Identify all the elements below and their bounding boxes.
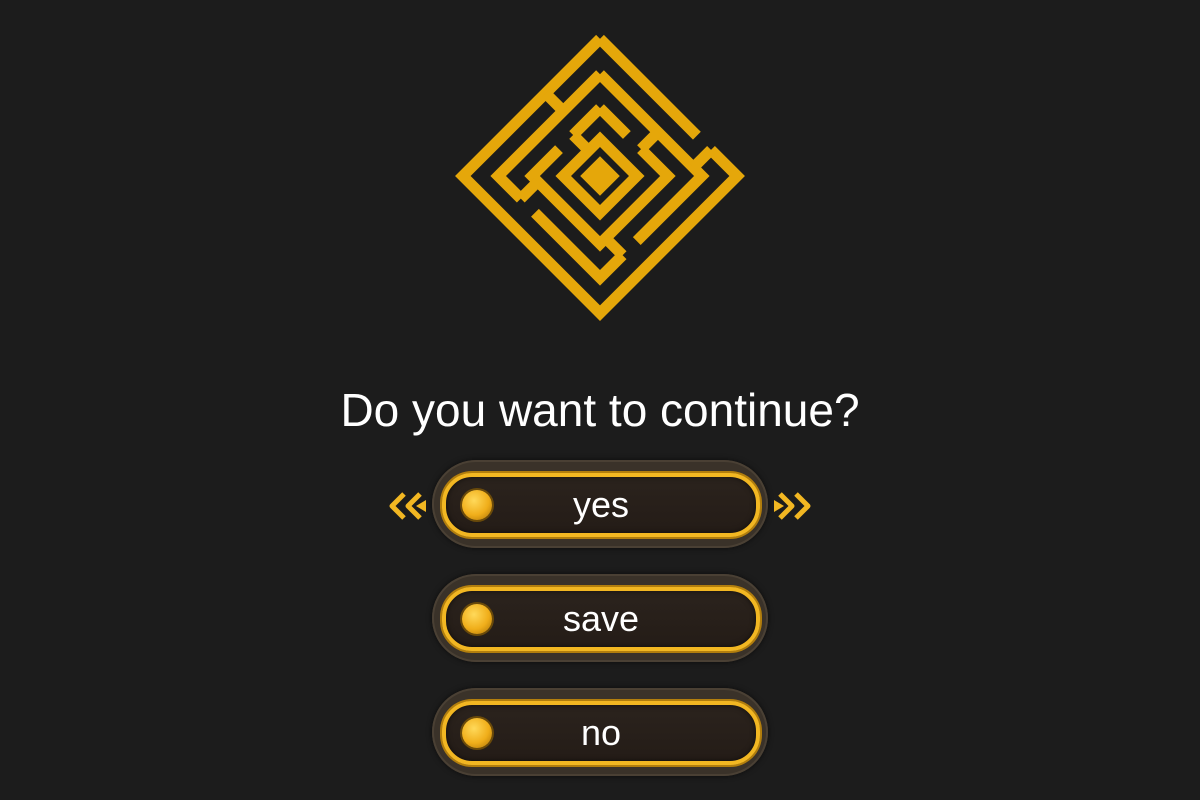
no-button[interactable]: no: [432, 688, 768, 776]
yes-button-frame: yes: [442, 473, 760, 537]
save-button-label: save: [562, 598, 640, 639]
yes-button-label: yes: [572, 484, 630, 525]
no-button-label: no: [580, 712, 622, 753]
dialog-question: Do you want to continue?: [340, 384, 860, 436]
double-chevron-left-icon: [389, 492, 426, 520]
continue-dialog-screen: Do you want to continue? yes save no: [0, 0, 1200, 800]
no-button-frame: no: [442, 701, 760, 765]
yes-button[interactable]: yes: [432, 460, 768, 548]
save-button-frame: save: [442, 587, 760, 651]
double-chevron-right-icon: [774, 492, 811, 520]
maze-logo-icon: [455, 34, 745, 321]
save-button[interactable]: save: [432, 574, 768, 662]
